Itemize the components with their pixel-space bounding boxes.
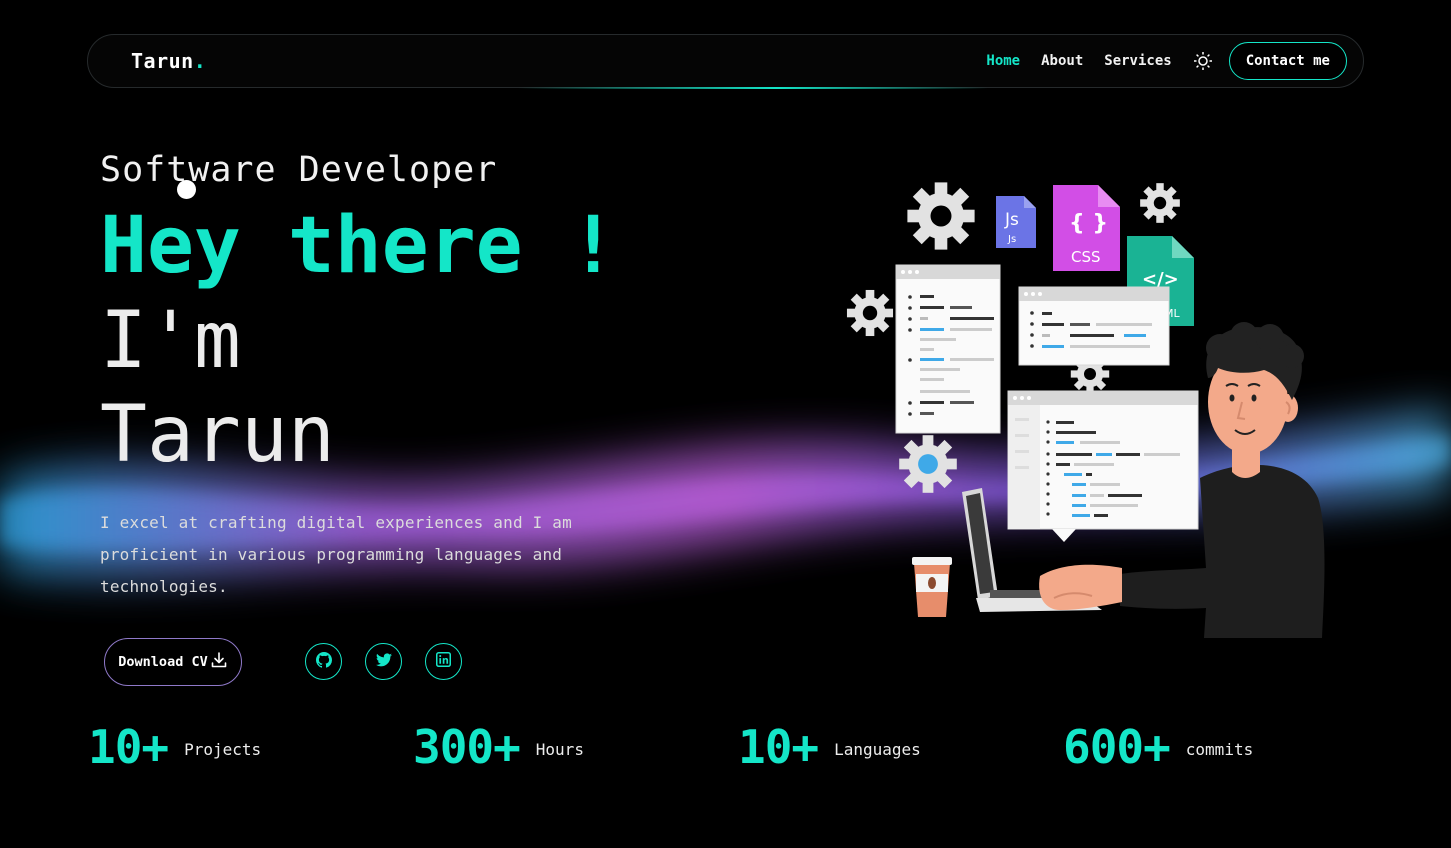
- stat-label: commits: [1185, 739, 1254, 759]
- download-cv-label: Download CV: [118, 654, 208, 670]
- svg-text:Js: Js: [1007, 234, 1016, 245]
- css-file-icon: { } CSS: [1053, 185, 1120, 271]
- logo[interactable]: Tarun.: [131, 49, 206, 73]
- twitter-link[interactable]: [365, 643, 402, 680]
- stat-value: 300+: [413, 720, 521, 774]
- gear-icon: [846, 289, 894, 337]
- hero-intro: I'm: [100, 296, 241, 386]
- stat-label: Projects: [184, 739, 262, 759]
- linkedin-icon: [436, 652, 451, 671]
- download-icon: [210, 651, 228, 673]
- gear-icon: [907, 182, 975, 250]
- stat-value: 10+: [88, 720, 169, 774]
- nav-links: Home About Services Contact me: [986, 42, 1347, 80]
- stat-hours: 300+ Hours: [413, 720, 584, 774]
- gear-icon: [899, 435, 957, 493]
- stat-label: Hours: [535, 739, 584, 759]
- github-link[interactable]: [305, 643, 342, 680]
- stat-value: 600+: [1063, 720, 1171, 774]
- stat-commits: 600+ commits: [1063, 720, 1253, 774]
- hero-description: I excel at crafting digital experiences …: [100, 513, 572, 596]
- developer-illustration: Js Js { } CSS </> ML: [846, 182, 1325, 638]
- logo-dot: .: [193, 49, 207, 73]
- gear-icon: [1140, 183, 1180, 223]
- twitter-icon: [375, 652, 392, 671]
- code-window-left: [895, 264, 1001, 434]
- linkedin-link[interactable]: [425, 643, 462, 680]
- svg-text:CSS: CSS: [1071, 248, 1101, 266]
- code-window-main: [1007, 390, 1199, 542]
- download-cv-button[interactable]: Download CV: [104, 638, 242, 686]
- stat-languages: 10+ Languages: [738, 720, 921, 774]
- hero-greeting: Hey there !: [100, 201, 617, 291]
- nav-link-home[interactable]: Home: [986, 53, 1020, 69]
- navbar-glow: [518, 87, 988, 89]
- hero-name: Tarun: [100, 390, 335, 480]
- stat-projects: 10+ Projects: [88, 720, 261, 774]
- mouse-cursor: [177, 180, 196, 199]
- stat-label: Languages: [834, 739, 921, 759]
- github-icon: [315, 651, 332, 672]
- nav-link-services[interactable]: Services: [1104, 53, 1171, 69]
- svg-text:Js: Js: [1004, 210, 1019, 230]
- navbar: Tarun. Home About Services Contact me: [87, 34, 1364, 89]
- svg-text:{ }: { }: [1069, 211, 1108, 236]
- coffee-cup-icon: [912, 557, 952, 617]
- social-links: [305, 643, 462, 680]
- sun-icon[interactable]: [1193, 51, 1213, 71]
- nav-link-about[interactable]: About: [1041, 53, 1083, 69]
- js-file-icon: Js Js: [996, 196, 1036, 248]
- hero-subtitle: Software Developer: [100, 150, 498, 190]
- contact-button[interactable]: Contact me: [1228, 42, 1347, 80]
- stat-value: 10+: [738, 720, 819, 774]
- code-window-middle: [1018, 286, 1170, 366]
- logo-text: Tarun: [131, 49, 194, 73]
